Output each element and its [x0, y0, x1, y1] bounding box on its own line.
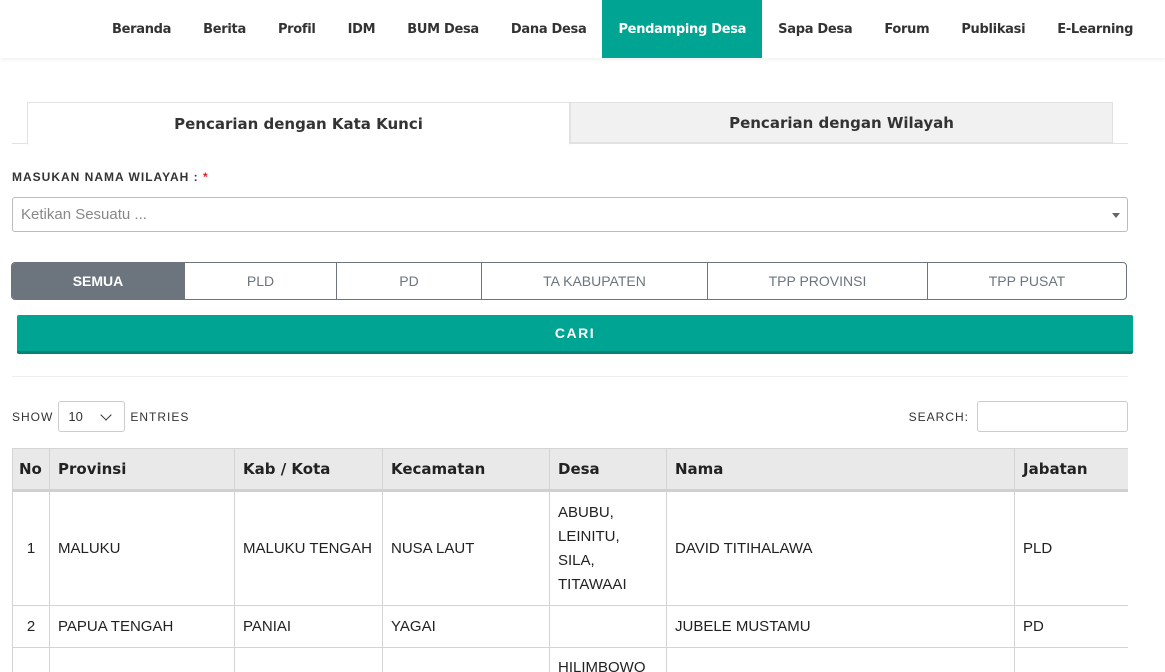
- column-header-no[interactable]: No: [12, 448, 50, 492]
- nav-item-beranda[interactable]: Beranda: [96, 0, 187, 58]
- entries-select-value: 10: [68, 409, 83, 424]
- region-label-text: MASUKAN NAMA WILAYAH :: [12, 170, 199, 184]
- region-select[interactable]: Ketikan Sesuatu ...: [12, 197, 1128, 232]
- tab-keyword-search[interactable]: Pencarian dengan Kata Kunci: [27, 102, 570, 145]
- nav-item-forum[interactable]: Forum: [868, 0, 945, 58]
- filter-pld[interactable]: PLD: [185, 263, 337, 299]
- cell-kab-kota: [234, 647, 383, 672]
- column-header-kab-kota[interactable]: Kab / Kota: [234, 448, 383, 492]
- cell-kecamatan: YAGAI: [382, 605, 550, 648]
- cell-provinsi: MALUKU: [49, 490, 235, 606]
- cell-no: [12, 647, 50, 672]
- table-row: HILIMBOWO: [12, 647, 1128, 672]
- nav-item-profil[interactable]: Profil: [262, 0, 332, 58]
- cell-jabatan: [1014, 647, 1128, 672]
- cell-jabatan: PD: [1014, 605, 1128, 648]
- column-header-desa[interactable]: Desa: [549, 448, 667, 492]
- desa-line: LEINITU,: [558, 527, 620, 545]
- cell-no: 2: [12, 605, 50, 648]
- cell-provinsi: PAPUA TENGAH: [49, 605, 235, 648]
- cell-no: 1: [12, 490, 50, 606]
- cell-kab-kota: PANIAI: [234, 605, 383, 648]
- cell-kecamatan: [382, 647, 550, 672]
- table-header-row: No Provinsi Kab / Kota Kecamatan Desa Na…: [12, 448, 1128, 492]
- cell-kecamatan: NUSA LAUT: [382, 490, 550, 606]
- table-row: 2 PAPUA TENGAH PANIAI YAGAI JUBELE MUSTA…: [12, 605, 1128, 648]
- nav-item-berita[interactable]: Berita: [187, 0, 262, 58]
- search-tabs: Pencarian dengan Kata Kunci Pencarian de…: [12, 102, 1128, 145]
- nav-item-sapa-desa[interactable]: Sapa Desa: [762, 0, 868, 58]
- region-field-label: MASUKAN NAMA WILAYAH : *: [12, 170, 209, 184]
- nav-item-e-learning[interactable]: E-Learning: [1041, 0, 1149, 58]
- search-button[interactable]: CARI: [17, 315, 1133, 354]
- cell-provinsi: [49, 647, 235, 672]
- region-select-placeholder: Ketikan Sesuatu ...: [21, 206, 147, 223]
- cell-desa: HILIMBOWO: [549, 647, 667, 672]
- entries-length-control: SHOW 10 ENTRIES: [12, 401, 189, 432]
- column-header-jabatan[interactable]: Jabatan: [1014, 448, 1128, 492]
- nav-item-pendamping-desa[interactable]: Pendamping Desa: [602, 0, 763, 58]
- filter-tpp-provinsi[interactable]: TPP PROVINSI: [708, 263, 928, 299]
- results-table-container: No Provinsi Kab / Kota Kecamatan Desa Na…: [12, 448, 1128, 672]
- column-header-provinsi[interactable]: Provinsi: [49, 448, 235, 492]
- search-input[interactable]: [977, 401, 1128, 432]
- filter-pd[interactable]: PD: [337, 263, 482, 299]
- tab-region-search[interactable]: Pencarian dengan Wilayah: [570, 102, 1113, 143]
- filter-tpp-pusat[interactable]: TPP PUSAT: [928, 263, 1126, 299]
- divider: [12, 376, 1128, 377]
- filter-ta-kabupaten[interactable]: TA KABUPATEN: [482, 263, 708, 299]
- column-header-nama[interactable]: Nama: [666, 448, 1015, 492]
- entries-select[interactable]: 10: [58, 401, 126, 432]
- show-label: SHOW: [12, 409, 54, 424]
- cell-nama: DAVID TITIHALAWA: [666, 490, 1015, 606]
- caret-down-icon: [1112, 213, 1120, 218]
- chevron-down-icon: [100, 409, 113, 421]
- cell-kab-kota: MALUKU TENGAH: [234, 490, 383, 606]
- entries-label: ENTRIES: [130, 409, 190, 424]
- position-filter-group: SEMUA PLD PD TA KABUPATEN TPP PROVINSI T…: [11, 262, 1127, 300]
- nav-item-dana-desa[interactable]: Dana Desa: [495, 0, 603, 58]
- cell-desa: ABUBU, LEINITU, SILA, TITAWAAI: [549, 490, 667, 606]
- nav-item-idm[interactable]: IDM: [332, 0, 392, 58]
- results-table: No Provinsi Kab / Kota Kecamatan Desa Na…: [12, 448, 1128, 672]
- required-marker: *: [203, 170, 209, 184]
- top-navigation: Beranda Berita Profil IDM BUM Desa Dana …: [0, 0, 1165, 58]
- table-row: 1 MALUKU MALUKU TENGAH NUSA LAUT ABUBU, …: [12, 490, 1128, 606]
- table-search: SEARCH:: [909, 401, 1128, 432]
- search-label: SEARCH:: [908, 409, 969, 424]
- column-header-kecamatan[interactable]: Kecamatan: [382, 448, 550, 492]
- nav-menu: Beranda Berita Profil IDM BUM Desa Dana …: [96, 0, 1149, 58]
- cell-nama: JUBELE MUSTAMU: [666, 605, 1015, 648]
- nav-item-publikasi[interactable]: Publikasi: [945, 0, 1041, 58]
- cell-jabatan: PLD: [1014, 490, 1128, 606]
- desa-line: ABUBU,: [558, 503, 614, 521]
- cell-desa: [549, 605, 667, 648]
- nav-item-bum-desa[interactable]: BUM Desa: [391, 0, 495, 58]
- filter-semua[interactable]: SEMUA: [12, 263, 185, 299]
- cell-nama: [666, 647, 1015, 672]
- desa-line: TITAWAAI: [558, 575, 627, 593]
- desa-line: SILA,: [558, 551, 595, 569]
